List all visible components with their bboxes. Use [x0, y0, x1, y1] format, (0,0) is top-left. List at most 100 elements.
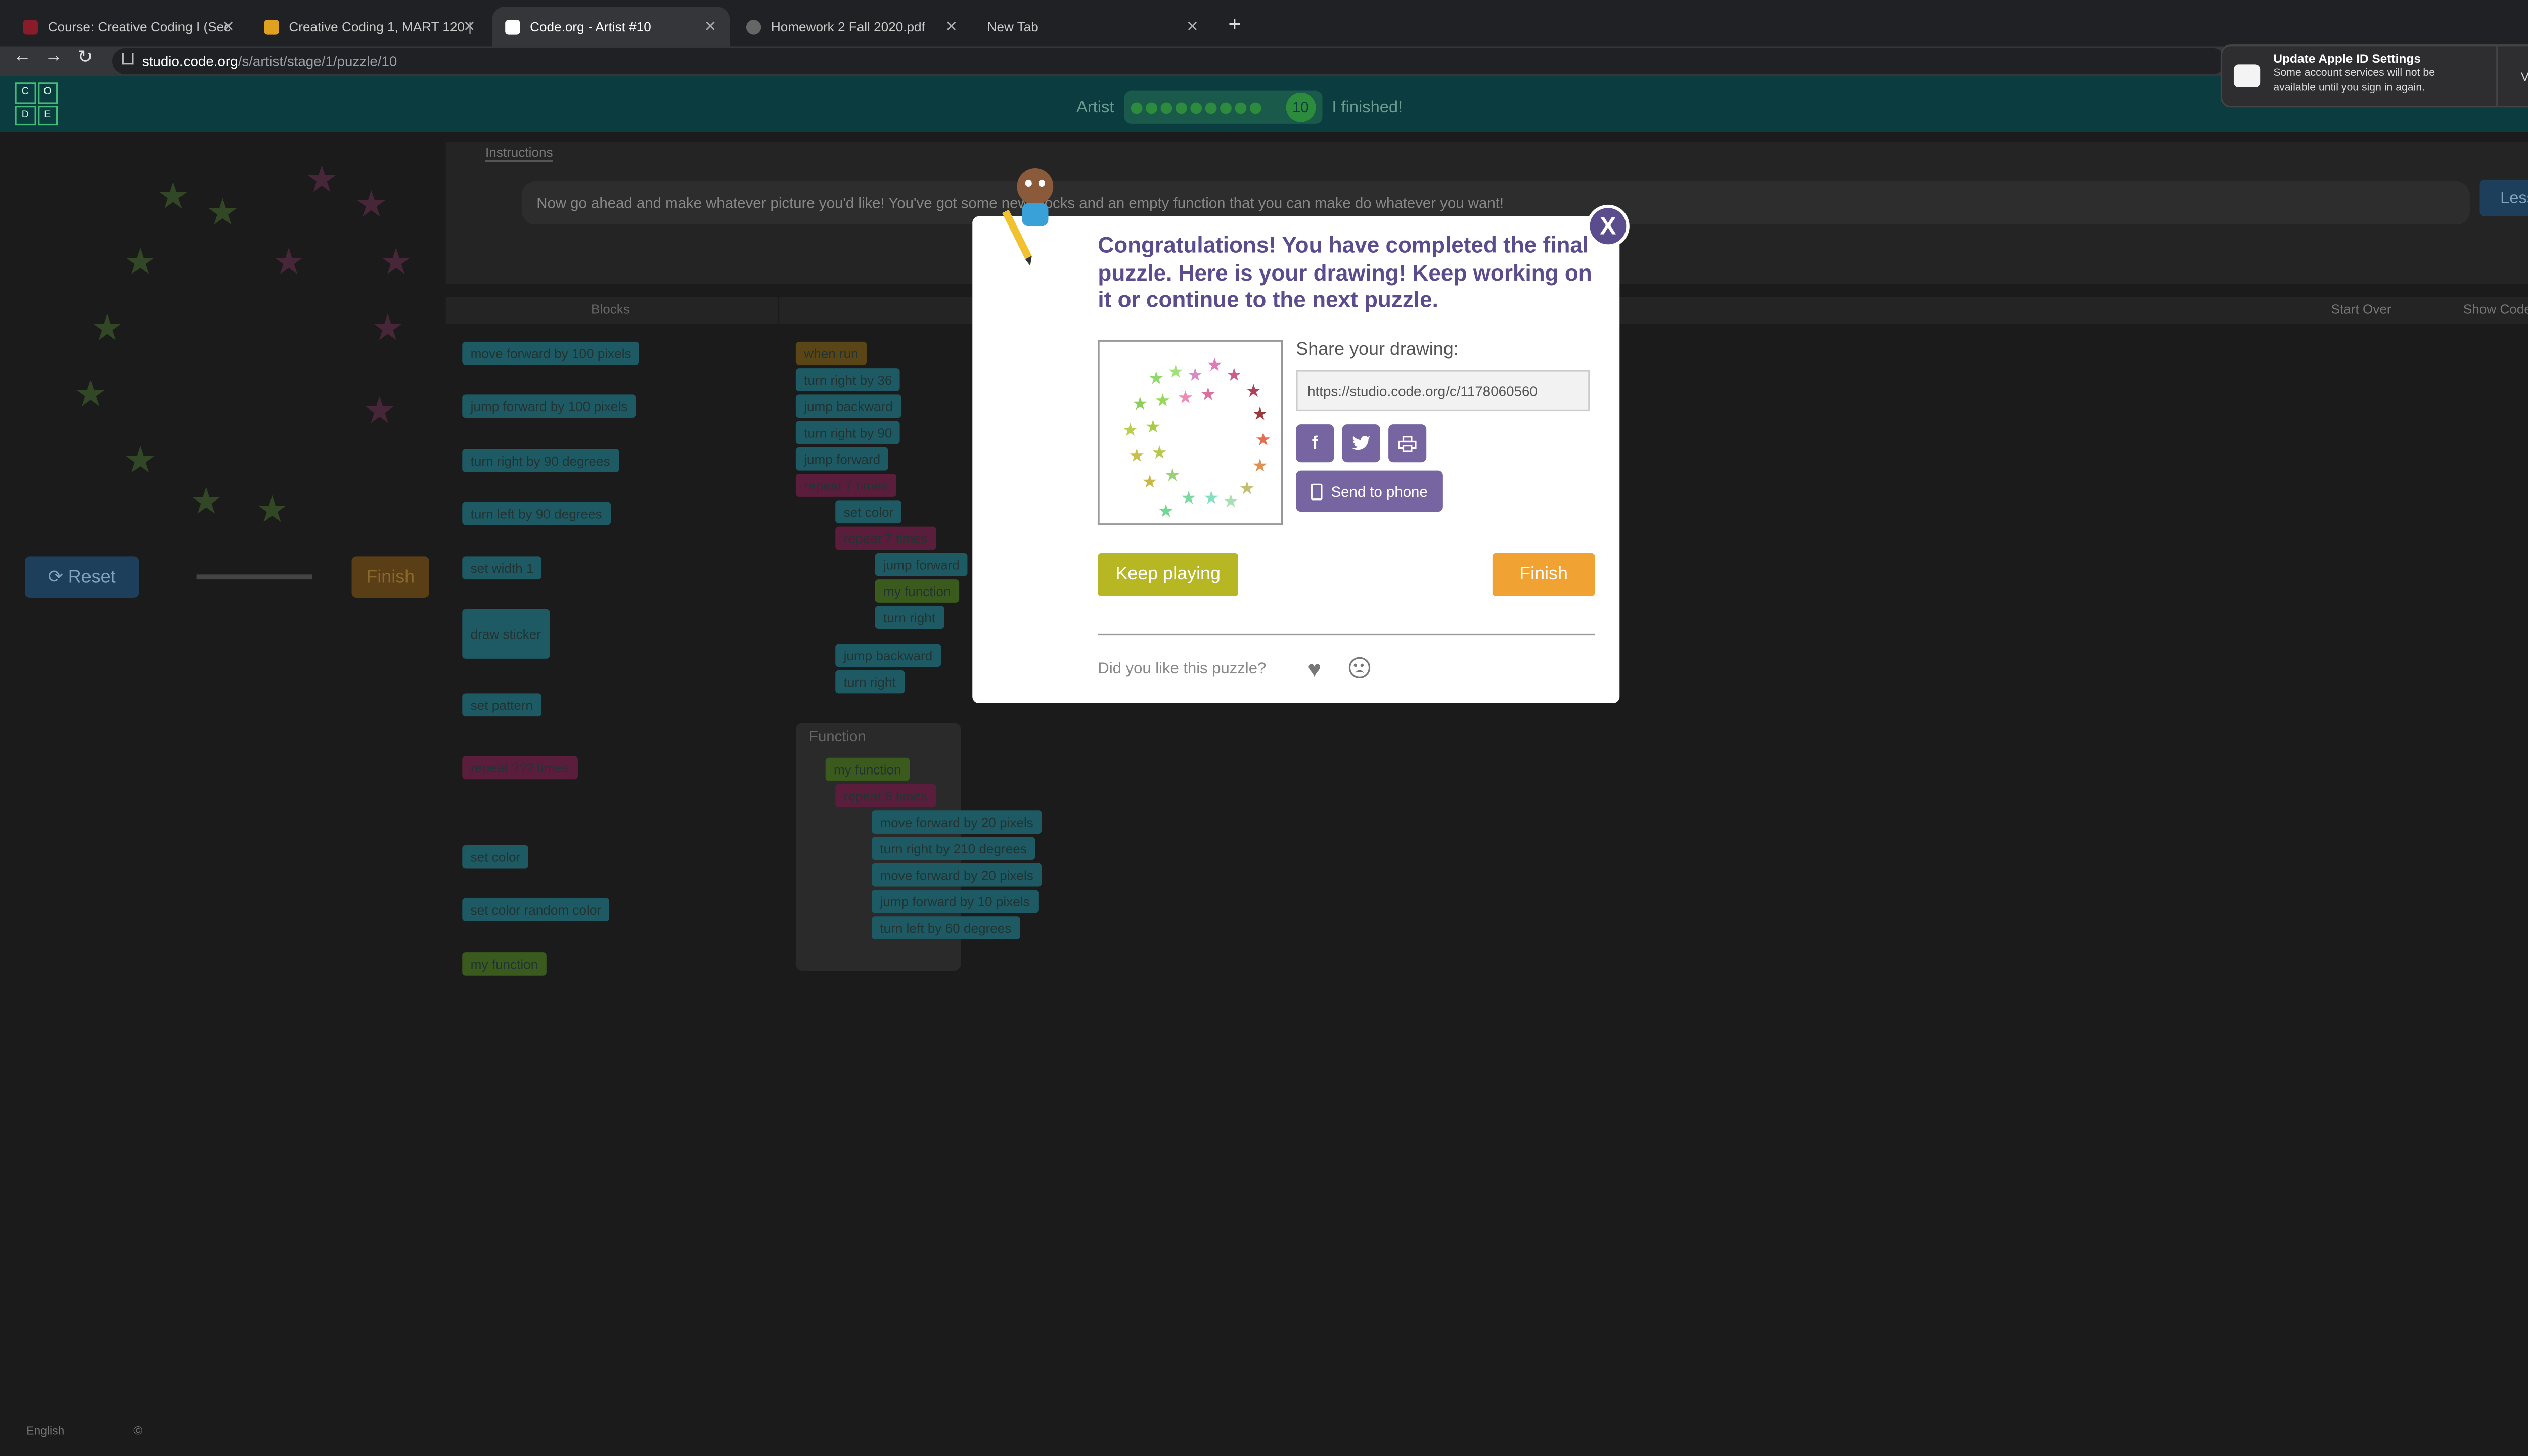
favicon-icon	[23, 19, 38, 34]
svg-text:★: ★	[1142, 472, 1158, 492]
function-block[interactable]: move forward by 20 pixels	[872, 863, 1042, 887]
print-button[interactable]	[1388, 424, 1427, 463]
slider-track	[196, 574, 312, 580]
tab-title: Homework 2 Fall 2020.pdf	[771, 19, 925, 34]
instructions-tab[interactable]: Instructions	[485, 145, 553, 162]
svg-text:★: ★	[1148, 368, 1164, 388]
close-tab-icon[interactable]: ✕	[704, 17, 716, 35]
level-progress: Artist 10 I finished!	[1076, 90, 1403, 124]
workspace-block[interactable]: turn right	[875, 606, 944, 629]
address-bar[interactable]: studio.code.org/s/artist/stage/1/puzzle/…	[112, 48, 2226, 74]
toolbox-block[interactable]: move forward by 100 pixels	[462, 341, 640, 365]
workspace-block[interactable]: repeat 7 times	[835, 526, 936, 550]
browser-tab[interactable]: New Tab ✕	[974, 7, 1212, 46]
browser-tab[interactable]: Creative Coding 1, MART 120 | ✕	[251, 7, 488, 46]
reset-button[interactable]: ⟳ Reset	[24, 556, 139, 598]
function-block[interactable]: my function	[825, 757, 910, 781]
browser-tab[interactable]: Course: Creative Coding I (Sec ✕	[10, 7, 248, 46]
show-code-button[interactable]: Show Code	[2463, 302, 2528, 317]
workspace-block[interactable]: turn right by 36	[795, 368, 900, 391]
workspace-block[interactable]: jump backward	[835, 644, 941, 667]
svg-text:★: ★	[1200, 384, 1216, 404]
browser-tab-bar: Course: Creative Coding I (Sec ✕ Creativ…	[0, 0, 2528, 47]
finished-label[interactable]: I finished!	[1332, 98, 1403, 116]
sad-face-icon[interactable]	[1348, 657, 1371, 679]
svg-text:★: ★	[1128, 446, 1145, 466]
toolbox-header: Blocks	[445, 297, 778, 324]
speed-slider[interactable]	[182, 556, 327, 598]
keep-playing-button[interactable]: Keep playing	[1098, 553, 1238, 596]
function-block[interactable]: repeat 5 times	[835, 784, 936, 807]
function-block[interactable]: turn left by 60 degrees	[872, 916, 1020, 939]
notification-title: Update Apple ID Settings	[2273, 51, 2421, 66]
toolbox-block[interactable]: jump forward by 100 pixels	[462, 394, 636, 418]
function-block[interactable]: jump forward by 10 pixels	[872, 889, 1038, 913]
svg-text:★: ★	[1167, 361, 1184, 381]
workspace-block[interactable]: turn right by 90	[795, 421, 900, 444]
svg-text:★: ★	[1122, 420, 1139, 440]
share-url-field[interactable]: https://studio.code.org/c/1178060560	[1296, 370, 1590, 412]
toolbox-block[interactable]: set color	[462, 845, 529, 869]
favicon-icon	[264, 19, 279, 34]
favicon-icon	[746, 19, 761, 34]
svg-text:★: ★	[1164, 466, 1181, 485]
close-tab-icon[interactable]: ✕	[222, 17, 235, 35]
close-tab-icon[interactable]: ✕	[945, 17, 958, 35]
svg-text:★: ★	[1158, 501, 1174, 521]
toolbox-block[interactable]: set width 1	[462, 556, 542, 580]
system-notification[interactable]: Update Apple ID Settings Some account se…	[2220, 44, 2528, 108]
finish-workspace-button[interactable]: Finish	[351, 556, 429, 598]
send-to-phone-button[interactable]: Send to phone	[1296, 470, 1443, 512]
new-tab-button[interactable]: +	[1228, 12, 1241, 36]
workspace-block[interactable]: repeat 7 times	[795, 474, 896, 497]
facebook-share-button[interactable]: f	[1296, 424, 1334, 463]
workspace-block[interactable]: jump forward	[875, 553, 968, 576]
workspace-block[interactable]: jump forward	[795, 447, 889, 471]
toolbox-block[interactable]: draw sticker	[462, 609, 550, 659]
finish-button[interactable]: Finish	[1492, 553, 1595, 596]
copyright-icon[interactable]: ©	[133, 1426, 142, 1438]
language-selector[interactable]: English ©	[26, 1426, 142, 1438]
back-icon[interactable]: ←	[13, 46, 31, 66]
svg-text:★: ★	[273, 242, 305, 282]
svg-text:★: ★	[1252, 404, 1268, 424]
dialog-title: Congratulations! You have completed the …	[1098, 233, 1592, 312]
toolbox-block[interactable]: my function	[462, 952, 547, 976]
toolbox-block[interactable]: repeat ??? times	[462, 756, 577, 780]
toolbox-block[interactable]: set pattern	[462, 693, 541, 717]
function-block[interactable]: turn right by 210 degrees	[872, 837, 1035, 860]
notification-view-button[interactable]: View	[2496, 46, 2528, 106]
twitter-share-button[interactable]	[1342, 424, 1380, 463]
close-tab-icon[interactable]: ✕	[1186, 17, 1199, 35]
codeorg-logo[interactable]: C O D E	[15, 82, 58, 126]
toolbox-block[interactable]: turn right by 90 degrees	[462, 449, 618, 472]
browser-tab-active[interactable]: Code.org - Artist #10 ✕	[492, 7, 730, 47]
svg-text:★: ★	[1223, 491, 1239, 511]
toolbox-block[interactable]: turn left by 90 degrees	[462, 502, 610, 525]
start-over-button[interactable]: Start Over	[2331, 302, 2391, 317]
reload-icon[interactable]: ↻	[77, 46, 93, 68]
svg-text:★: ★	[1132, 394, 1148, 414]
toolbox-block[interactable]: set color random color	[462, 898, 610, 922]
svg-text:★: ★	[1252, 456, 1268, 475]
facebook-icon: f	[1312, 433, 1318, 453]
forward-icon[interactable]: →	[44, 46, 63, 66]
less-button[interactable]: Less	[2479, 179, 2528, 216]
congrats-dialog: Congratulations! You have completed the …	[972, 168, 1620, 704]
function-block[interactable]: move forward by 20 pixels	[872, 810, 1042, 834]
close-dialog-button[interactable]: X	[1586, 204, 1630, 248]
heart-icon[interactable]: ♥	[1307, 655, 1321, 681]
workspace-block[interactable]: set color	[835, 500, 902, 524]
svg-text:★: ★	[91, 308, 123, 348]
workspace-block[interactable]: jump backward	[795, 394, 901, 418]
browser-tab[interactable]: Homework 2 Fall 2020.pdf ✕	[733, 7, 971, 46]
close-tab-icon[interactable]: ✕	[463, 17, 476, 35]
workspace-block[interactable]: turn right	[835, 670, 905, 694]
when-run-block[interactable]: when run	[795, 341, 867, 365]
current-level-bubble[interactable]: 10	[1285, 92, 1316, 122]
tab-title: Course: Creative Coding I (Sec	[48, 19, 230, 34]
progress-bubbles[interactable]: 10	[1123, 90, 1322, 124]
workspace-block[interactable]: my function	[875, 579, 959, 603]
twitter-icon	[1352, 436, 1371, 450]
svg-text:★: ★	[1145, 417, 1161, 437]
